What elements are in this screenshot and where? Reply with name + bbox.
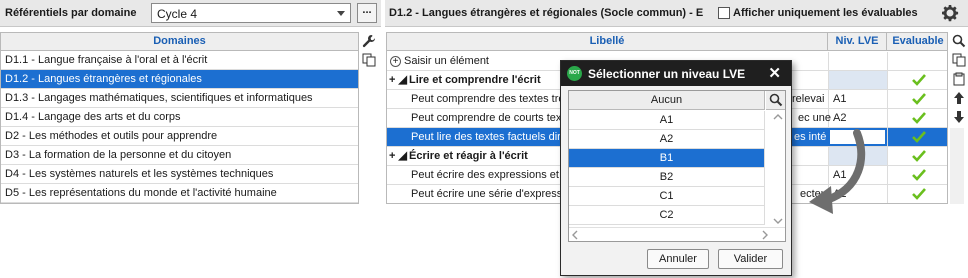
left-panel: Référentiels par domaine Cycle 4 ... Dom… (0, 0, 381, 278)
evaluable-column-header[interactable]: Evaluable (887, 33, 947, 51)
left-toolbar: Référentiels par domaine Cycle 4 ... (0, 0, 381, 27)
domains-table: Domaines D1.1 - Langue française à l'ora… (0, 32, 359, 204)
close-icon[interactable]: ✕ (768, 64, 781, 82)
level-option[interactable]: C2 (569, 206, 765, 225)
dialog-header: NOT Sélectionner un niveau LVE ✕ (561, 61, 791, 86)
domain-row[interactable]: D5 - Les représentations du monde et l'a… (1, 184, 358, 203)
check-icon (887, 147, 947, 165)
group-label: Écrire et réagir à l'écrit (409, 150, 528, 162)
right-panel-title: D1.2 - Langues étrangères et régionales … (389, 7, 704, 19)
more-options-button[interactable]: ... (357, 3, 377, 23)
domain-row[interactable]: D1.3 - Langages mathématiques, scientifi… (1, 89, 358, 108)
expand-icon[interactable]: + ◢ (387, 147, 409, 165)
select-level-dialog: NOT Sélectionner un niveau LVE ✕ Aucun A… (560, 60, 792, 276)
domain-row[interactable]: D4 - Les systèmes naturels et les systèm… (1, 165, 358, 184)
niv-cell[interactable]: A2 (828, 109, 887, 127)
evaluable-only-label[interactable]: Afficher uniquement les évaluables (733, 7, 918, 19)
domain-row[interactable]: D1.4 - Langage des arts et du corps (1, 108, 358, 127)
search-icon[interactable] (766, 91, 785, 110)
domain-row[interactable]: D3 - La formation de la personne et du c… (1, 146, 358, 165)
level-list: Aucun A1 A2 B1 B2 C1 C2 (568, 90, 786, 242)
paste-icon[interactable] (950, 70, 968, 88)
domain-row-selected[interactable]: D1.2 - Langues étrangères et régionales (1, 70, 358, 89)
right-tools (950, 32, 968, 127)
left-panel-title: Référentiels par domaine (5, 7, 137, 19)
check-icon (887, 71, 947, 89)
domain-row[interactable]: D2 - Les méthodes et outils pour apprend… (1, 127, 358, 146)
list-horizontal-scrollbar[interactable] (569, 227, 785, 241)
wrench-icon[interactable] (360, 32, 378, 50)
chevron-down-icon (337, 11, 345, 16)
check-icon (887, 109, 947, 127)
gear-icon[interactable] (940, 3, 960, 23)
app-logo: NOT (567, 66, 582, 81)
copy-icon[interactable] (360, 51, 378, 69)
niv-cell[interactable]: A1 (828, 90, 887, 108)
arrow-down-icon[interactable] (950, 108, 968, 126)
add-item-label: Saisir un élément (404, 55, 489, 67)
check-icon (887, 185, 947, 203)
item-label-tail: relevai (792, 93, 825, 105)
group-label: Lire et comprendre l'écrit (409, 74, 541, 86)
copy-icon[interactable] (950, 51, 968, 69)
libelle-column-header[interactable]: Libellé (387, 33, 828, 51)
dialog-title: Sélectionner un niveau LVE (588, 67, 746, 81)
item-label-tail: ec une (798, 112, 832, 124)
check-icon (887, 128, 947, 146)
cancel-button[interactable]: Annuler (647, 249, 709, 269)
check-icon (887, 90, 947, 108)
level-option[interactable]: A2 (569, 130, 765, 149)
expand-icon[interactable]: + ◢ (387, 71, 409, 89)
left-tools (360, 32, 380, 70)
arrow-up-icon[interactable] (950, 89, 968, 107)
niv-lve-column-header[interactable]: Niv. LVE (828, 33, 887, 51)
right-toolbar: D1.2 - Langues étrangères et régionales … (385, 0, 968, 27)
level-option-none[interactable]: Aucun (569, 91, 765, 110)
level-option[interactable]: A1 (569, 111, 765, 130)
domains-column-header[interactable]: Domaines (1, 33, 358, 51)
add-icon: + (390, 55, 401, 67)
niv-cell[interactable] (828, 71, 887, 89)
check-icon (887, 166, 947, 184)
curved-arrow-icon (809, 129, 866, 214)
level-option[interactable]: C1 (569, 187, 765, 206)
validate-button[interactable]: Valider (718, 249, 783, 269)
domain-row[interactable]: D1.1 - Langue française à l'oral et à l'… (1, 51, 358, 70)
level-option-selected[interactable]: B1 (569, 149, 765, 168)
search-icon[interactable] (950, 32, 968, 50)
evaluable-only-checkbox[interactable] (718, 7, 730, 19)
cycle-select[interactable]: Cycle 4 (151, 3, 351, 23)
vertical-scrollbar[interactable] (950, 128, 964, 204)
level-option[interactable]: B2 (569, 168, 765, 187)
cycle-select-value: Cycle 4 (157, 7, 198, 21)
list-vertical-scrollbar[interactable] (771, 111, 785, 227)
